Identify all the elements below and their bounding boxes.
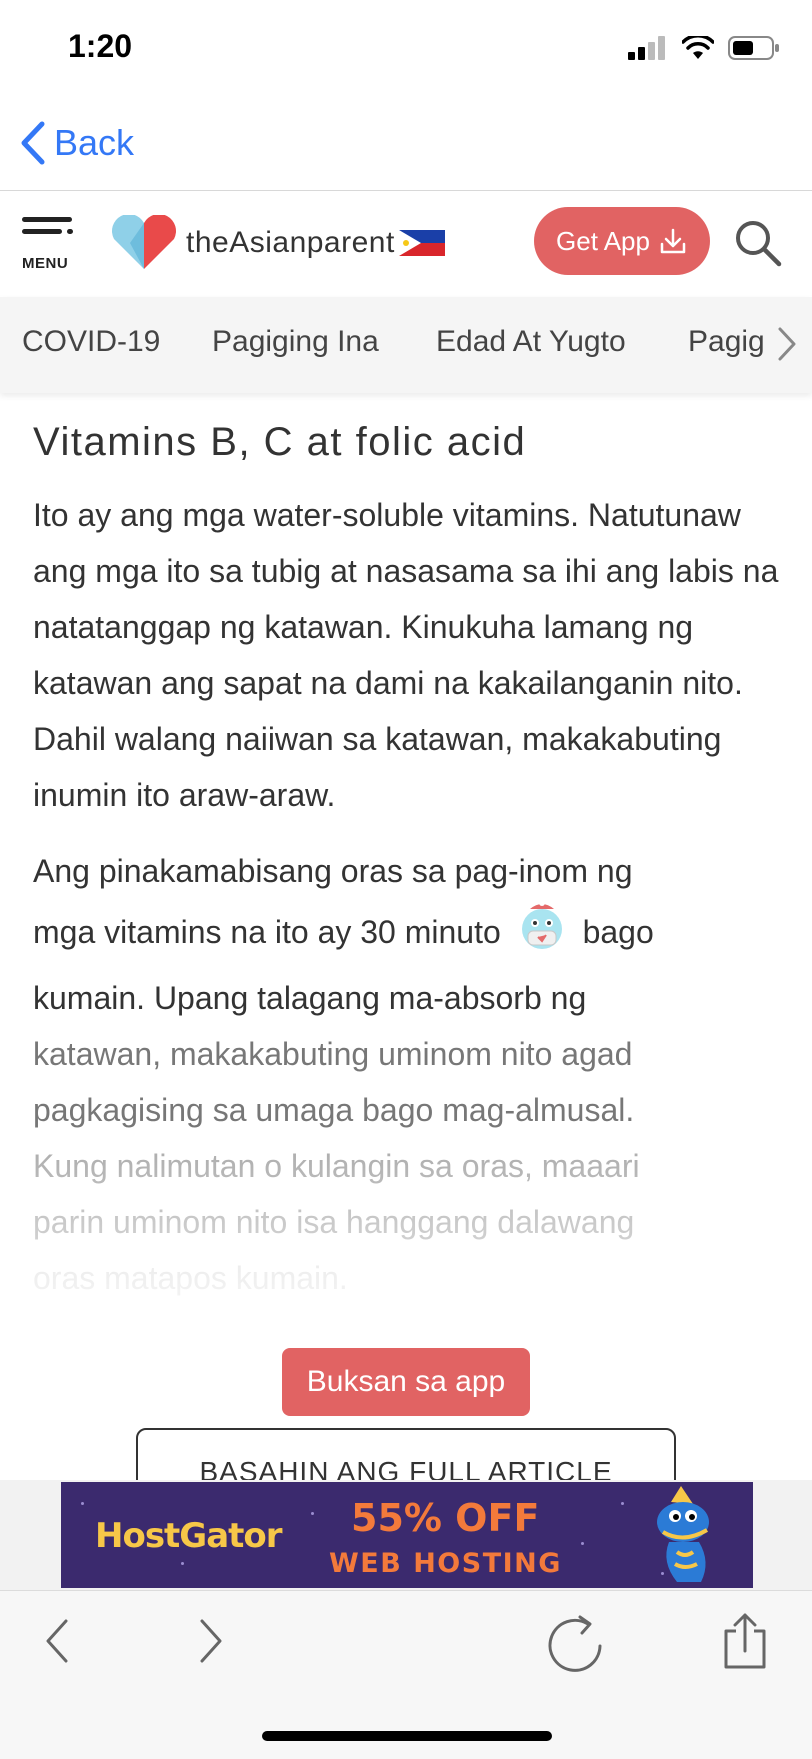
paragraph-2-line-4: katawan, makakabuting uminom nito agad — [33, 1036, 633, 1072]
cellular-signal-icon — [628, 36, 665, 60]
ad-star — [81, 1502, 84, 1505]
article-paragraph-1: Ito ay ang mga water-soluble vitamins. N… — [33, 497, 779, 813]
ad-star — [621, 1502, 624, 1505]
battery-icon — [728, 36, 779, 60]
share-button[interactable] — [720, 1611, 780, 1671]
status-bar: 1:20 — [0, 0, 812, 100]
get-app-button[interactable]: Get App — [534, 207, 710, 275]
share-icon — [724, 1613, 766, 1669]
ad-star — [311, 1512, 314, 1515]
hostgator-ad-banner[interactable]: HostGator 55% OFF WEB HOSTING — [61, 1482, 753, 1588]
ad-offer: 55% OFF — [351, 1496, 540, 1540]
chevron-right-icon — [200, 1619, 222, 1663]
gator-mascot-icon — [657, 1486, 709, 1582]
article-paragraph-2: Ang pinakamabisang oras sa pag-inom ng m… — [33, 843, 793, 1306]
paragraph-2-line-6: Kung nalimutan o kulangin sa oras, maaar… — [33, 1148, 640, 1184]
menu-label: MENU — [22, 255, 69, 272]
category-edad-at-yugto[interactable]: Edad At Yugto — [436, 325, 626, 359]
browser-forward-button[interactable] — [180, 1611, 240, 1671]
search-icon — [736, 221, 782, 267]
ad-subtitle: WEB HOSTING — [329, 1548, 562, 1579]
category-pagiging-ina[interactable]: Pagiging Ina — [212, 325, 379, 359]
ad-star — [581, 1542, 584, 1545]
browser-back-bar: Back — [0, 100, 812, 191]
category-pagig[interactable]: Pagig — [688, 325, 765, 359]
paragraph-2-line-8: oras matapos kumain. — [33, 1260, 348, 1296]
search-button[interactable] — [732, 217, 784, 269]
category-nav: COVID-19 Pagiging Ina Edad At Yugto Pagi… — [0, 297, 812, 393]
logo-text: theAsianparent — [186, 226, 395, 259]
browser-toolbar — [0, 1590, 812, 1759]
site-logo[interactable]: theAsianparent — [108, 215, 445, 271]
reload-button[interactable] — [540, 1611, 602, 1672]
chevron-right-icon[interactable] — [776, 325, 798, 363]
ad-star — [181, 1562, 184, 1565]
download-icon — [660, 228, 686, 254]
status-time: 1:20 — [68, 28, 133, 64]
paragraph-2-line-5: pagkagising sa umaga bago mag-almusal. — [33, 1092, 635, 1128]
menu-button[interactable]: MENU — [22, 217, 82, 273]
home-indicator[interactable] — [262, 1731, 552, 1741]
get-app-label: Get App — [556, 225, 650, 256]
paragraph-2-line-1: Ang pinakamabisang oras sa pag-inom ng — [33, 853, 633, 889]
philippine-flag-icon — [398, 230, 445, 256]
paragraph-2-line-7: parin uminom nito isa hanggang dalawang — [33, 1204, 635, 1240]
reload-icon — [548, 1615, 602, 1672]
back-button[interactable]: Back — [18, 120, 134, 166]
wifi-icon — [682, 36, 714, 59]
category-covid-19[interactable]: COVID-19 — [22, 325, 160, 359]
status-icons — [628, 36, 780, 60]
paragraph-2-line-2a: mga vitamins na ito ay 30 minuto — [33, 913, 501, 950]
ad-brand: HostGator — [95, 1516, 283, 1556]
chevron-left-icon — [46, 1619, 68, 1663]
face-mask-emoji-icon — [520, 899, 564, 970]
paragraph-2-line-3: kumain. Upang talagang ma-absorb ng — [33, 980, 587, 1016]
chevron-left-icon — [21, 121, 45, 165]
hamburger-icon — [22, 217, 73, 234]
site-header: MENU theAsianparent Get App — [0, 191, 812, 297]
article-body: Vitamins B, C at folic acid Ito ay ang m… — [33, 420, 793, 1326]
browser-back-button[interactable] — [30, 1611, 90, 1671]
heart-logo-icon — [112, 215, 176, 269]
back-label: Back — [54, 122, 135, 163]
open-in-app-button[interactable]: Buksan sa app — [282, 1348, 530, 1416]
ad-area: HostGator 55% OFF WEB HOSTING — [0, 1480, 812, 1590]
paragraph-2-line-2b: bago — [582, 913, 654, 950]
article-heading: Vitamins B, C at folic acid — [33, 420, 527, 464]
